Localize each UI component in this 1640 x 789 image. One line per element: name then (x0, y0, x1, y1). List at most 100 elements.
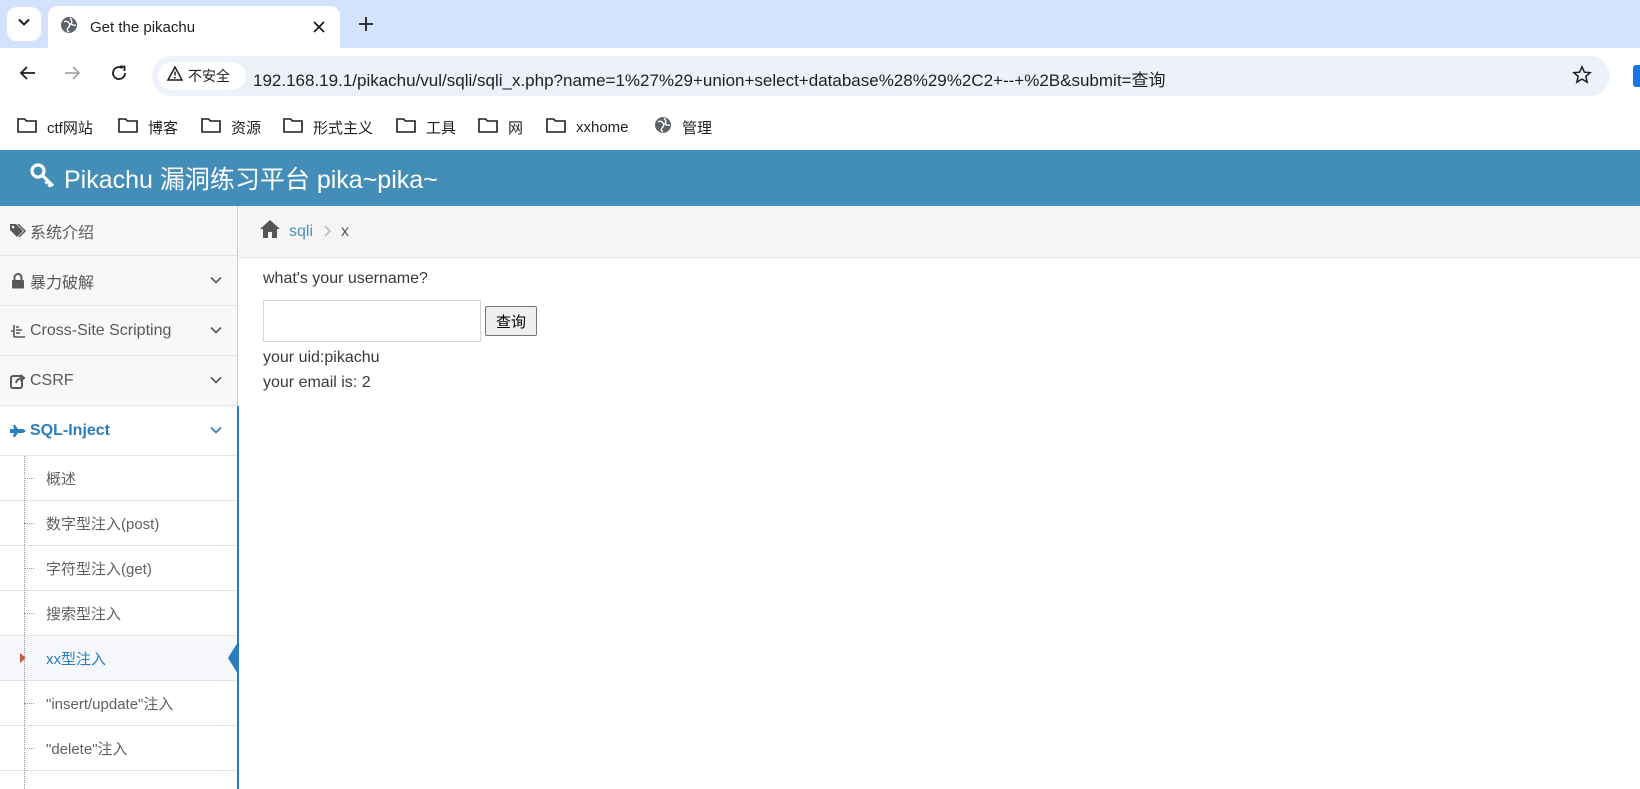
bookmark-label: xxhome (576, 118, 629, 136)
chevron-down-icon (17, 15, 31, 34)
arrow-right-icon (63, 64, 81, 87)
reload-icon (110, 64, 128, 87)
sidebar-item-label: 暴力破解 (30, 274, 95, 292)
submenu-item-xx[interactable]: xx型注入 (0, 636, 237, 681)
back-button[interactable] (15, 62, 41, 88)
browser-tab-strip: Get the pikachu (0, 0, 1640, 48)
sidebar-item-bruteforce[interactable]: 暴力破解 (0, 256, 237, 306)
address-bar[interactable]: 不安全 192.168.19.1/pikachu/vul/sqli/sqli_x… (152, 56, 1610, 96)
sidebar-item-label: Cross-Site Scripting (30, 321, 172, 339)
extension-icon[interactable] (1633, 65, 1640, 87)
caret-right-icon (20, 653, 26, 663)
submenu-item-numeric-post[interactable]: 数字型注入(post) (0, 501, 237, 546)
bookmark-label: 网 (508, 119, 524, 137)
bookmark-item[interactable]: 博客 (118, 114, 178, 140)
sidebar-item-xss[interactable]: Cross-Site Scripting (0, 306, 237, 356)
reload-button[interactable] (106, 62, 132, 88)
submenu-item-label: xx型注入 (46, 650, 107, 668)
result-uid: your uid:pikachu (263, 349, 380, 366)
submenu-item-label: 搜索型注入 (46, 605, 122, 623)
globe-icon (654, 116, 682, 138)
folder-icon (478, 117, 508, 137)
security-chip[interactable]: 不安全 (158, 62, 246, 90)
submenu-item-label: 数字型注入(post) (46, 515, 160, 533)
chevron-down-icon (209, 323, 223, 337)
tree-connector (24, 478, 34, 479)
username-input[interactable] (263, 300, 481, 342)
tree-connector (24, 523, 34, 524)
submenu-item-insert-update[interactable]: "insert/update"注入 (0, 681, 237, 726)
bookmark-label: 形式主义 (313, 119, 374, 137)
lock-icon (8, 272, 28, 290)
sidebar-item-intro[interactable]: 系统介绍 (0, 206, 237, 256)
tags-icon (8, 222, 28, 240)
arrow-left-icon (19, 64, 37, 87)
submit-button[interactable]: 查询 (485, 306, 537, 336)
tree-connector (24, 613, 34, 614)
sidebar-active-border (237, 406, 239, 789)
site-title[interactable]: Pikachu 漏洞练习平台 pika~pika~ (64, 160, 438, 196)
bookmark-label: 资源 (231, 119, 262, 137)
sidebar-item-label: CSRF (30, 371, 74, 389)
bookmark-label: ctf网站 (47, 119, 93, 137)
bookmark-star-icon[interactable] (1571, 64, 1594, 87)
site-header: Pikachu 漏洞练习平台 pika~pika~ (0, 150, 1640, 206)
bookmark-item[interactable]: xxhome (546, 114, 629, 140)
submenu-item-search[interactable]: 搜索型注入 (0, 591, 237, 636)
home-icon[interactable] (259, 219, 281, 244)
plus-icon (358, 16, 374, 37)
submenu-item-string-get[interactable]: 字符型注入(get) (0, 546, 237, 591)
tree-vertical-line (24, 456, 25, 789)
sidebar-item-csrf[interactable]: CSRF (0, 356, 237, 406)
sidebar: 系统介绍 暴力破解 Cross-Site Scripting CSRF SQL-… (0, 206, 238, 789)
bookmark-label: 博客 (148, 119, 179, 137)
submenu-item-label: 字符型注入(get) (46, 560, 152, 578)
tree-connector (24, 703, 34, 704)
folder-icon (283, 117, 313, 137)
browser-tab[interactable]: Get the pikachu (48, 6, 340, 48)
bookmark-item[interactable]: 形式主义 (283, 114, 373, 140)
submenu-item-delete[interactable]: "delete"注入 (0, 726, 237, 771)
forward-button[interactable] (59, 62, 85, 88)
fighter-jet-icon (8, 422, 28, 440)
username-question: what's your username? (263, 270, 428, 287)
browser-toolbar: 不安全 192.168.19.1/pikachu/vul/sqli/sqli_x… (0, 48, 1640, 102)
submenu-item-partial[interactable] (0, 771, 237, 789)
folder-icon (17, 117, 47, 137)
submenu-item-overview[interactable]: 概述 (0, 456, 237, 501)
bookmark-item[interactable]: 工具 (396, 114, 456, 140)
folder-icon (396, 117, 426, 137)
bookmark-item[interactable]: 管理 (654, 114, 712, 140)
submenu-item-label: "delete"注入 (46, 740, 128, 758)
chevron-down-icon (209, 423, 223, 437)
folder-icon (118, 117, 148, 137)
bookmark-item[interactable]: 资源 (201, 114, 261, 140)
chevron-down-icon (209, 273, 223, 287)
close-icon[interactable] (310, 18, 328, 36)
bookmark-label: 管理 (682, 119, 713, 137)
list-icon (8, 322, 28, 340)
breadcrumb-current: x (341, 222, 350, 240)
breadcrumb-link[interactable]: sqli (289, 223, 313, 241)
warning-icon (166, 65, 184, 86)
sidebar-item-label: 系统介绍 (30, 224, 95, 242)
tab-title: Get the pikachu (90, 18, 196, 36)
share-icon (8, 372, 28, 390)
main-content: what's your username? 查询 your uid:pikach… (263, 270, 537, 395)
bookmark-item[interactable]: ctf网站 (17, 114, 93, 140)
new-tab-button[interactable] (352, 12, 380, 40)
bookmark-item[interactable]: 网 (478, 114, 523, 140)
submenu-item-label: 概述 (46, 470, 77, 488)
tree-connector (24, 748, 34, 749)
chevron-down-icon (209, 373, 223, 387)
globe-icon (60, 16, 78, 39)
security-label: 不安全 (188, 68, 230, 84)
query-form: 查询 (263, 300, 537, 342)
sidebar-item-label: SQL-Inject (30, 421, 111, 439)
sidebar-item-sqli[interactable]: SQL-Inject (0, 406, 237, 456)
folder-icon (201, 117, 231, 137)
tab-search-button[interactable] (7, 7, 41, 41)
key-icon (30, 162, 56, 194)
sqli-submenu: 概述 数字型注入(post) 字符型注入(get) 搜索型注入 xx型注入 "i… (0, 456, 237, 789)
url-text[interactable]: 192.168.19.1/pikachu/vul/sqli/sqli_x.php… (253, 66, 1165, 91)
